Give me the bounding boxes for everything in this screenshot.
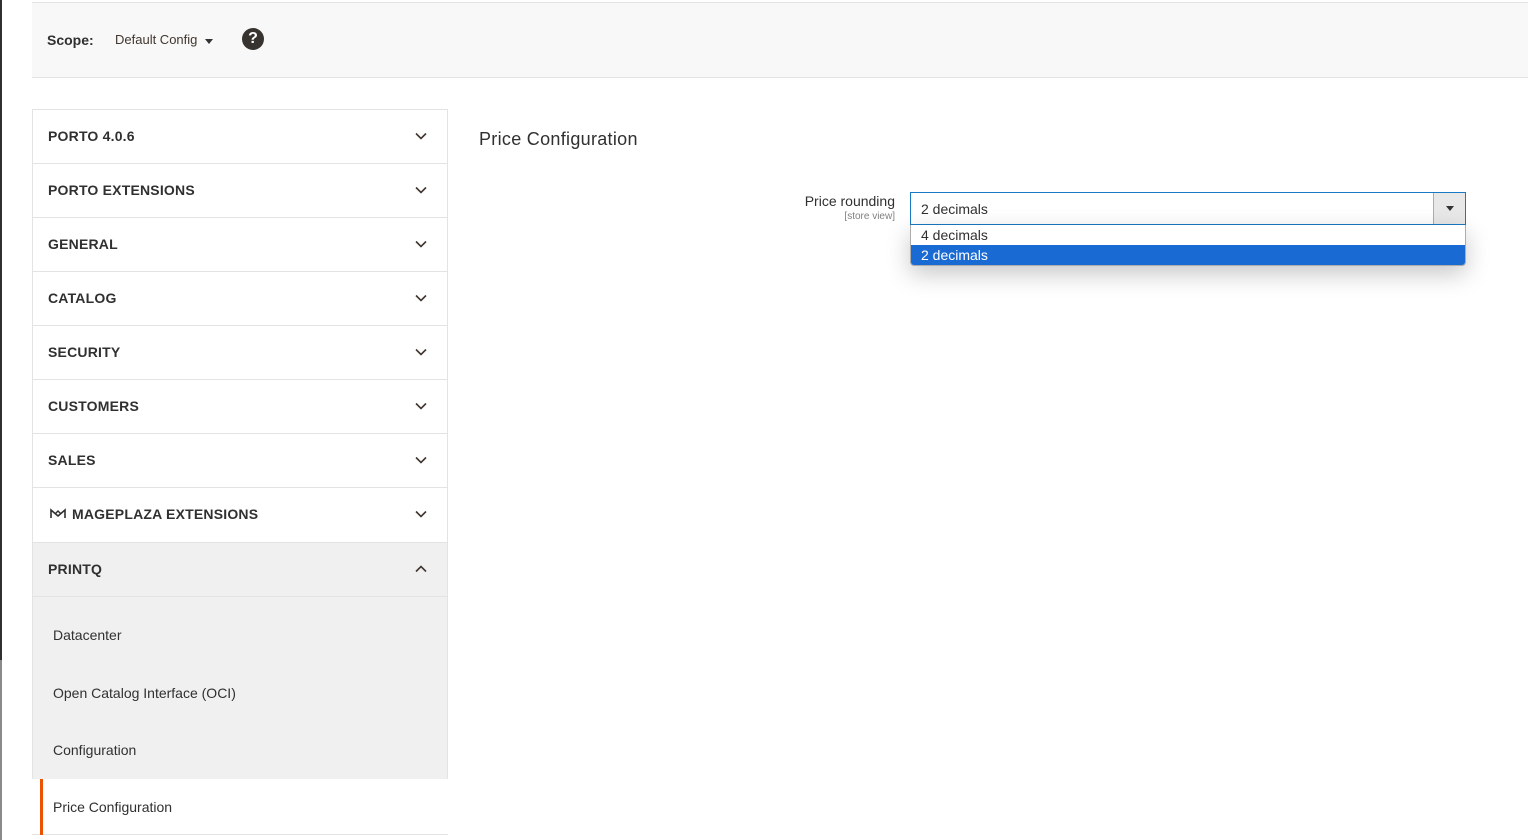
caret-down-icon[interactable] bbox=[205, 39, 213, 44]
chevron-down-icon bbox=[415, 348, 427, 356]
section-title: GENERAL bbox=[48, 236, 118, 252]
section-title: PRINTQ bbox=[48, 561, 103, 577]
section-security[interactable]: SECURITY bbox=[33, 326, 447, 380]
section-catalog[interactable]: CATALOG bbox=[33, 272, 447, 326]
option-2-decimals[interactable]: 2 decimals bbox=[911, 245, 1465, 265]
price-rounding-select[interactable]: 2 decimals bbox=[910, 192, 1466, 225]
chevron-down-icon bbox=[415, 294, 427, 302]
select-toggle[interactable] bbox=[1433, 193, 1465, 224]
section-title: CUSTOMERS bbox=[48, 398, 139, 414]
chevron-down-icon bbox=[415, 456, 427, 464]
printq-submenu: Datacenter Open Catalog Interface (OCI) … bbox=[33, 597, 447, 780]
scope-label: Scope: bbox=[47, 32, 94, 48]
active-indicator bbox=[40, 779, 43, 835]
section-title: PORTO EXTENSIONS bbox=[48, 182, 195, 198]
sidebar-item-datacenter[interactable]: Datacenter bbox=[53, 627, 121, 643]
field-scope-label: [store view] bbox=[844, 211, 895, 222]
chevron-down-icon bbox=[415, 132, 427, 140]
scope-switcher[interactable]: Default Config bbox=[115, 32, 197, 47]
sidebar-item-price-configuration[interactable]: Price Configuration bbox=[32, 779, 448, 835]
section-general[interactable]: GENERAL bbox=[33, 218, 447, 272]
option-4-decimals[interactable]: 4 decimals bbox=[911, 225, 1465, 245]
help-icon[interactable]: ? bbox=[242, 28, 264, 50]
section-title: CATALOG bbox=[48, 290, 117, 306]
section-title: PORTO 4.0.6 bbox=[48, 128, 135, 144]
price-rounding-options: 4 decimals 2 decimals bbox=[910, 225, 1466, 266]
section-title: SECURITY bbox=[48, 344, 121, 360]
section-mageplaza-extensions[interactable]: MAGEPLAZA EXTENSIONS bbox=[33, 488, 447, 543]
chevron-down-icon bbox=[415, 186, 427, 194]
section-sales[interactable]: SALES bbox=[33, 434, 447, 488]
section-customers[interactable]: CUSTOMERS bbox=[33, 380, 447, 434]
caret-down-icon bbox=[1446, 206, 1454, 211]
sidebar-item-label: Price Configuration bbox=[53, 799, 173, 815]
section-porto-extensions[interactable]: PORTO EXTENSIONS bbox=[33, 164, 447, 218]
section-title: MAGEPLAZA EXTENSIONS bbox=[72, 506, 259, 522]
select-value: 2 decimals bbox=[921, 201, 988, 217]
chevron-down-icon bbox=[415, 402, 427, 410]
sidebar-item-configuration[interactable]: Configuration bbox=[53, 742, 136, 758]
section-porto[interactable]: PORTO 4.0.6 bbox=[33, 110, 447, 164]
mageplaza-icon bbox=[50, 508, 66, 518]
scope-bar: Scope: Default Config ? bbox=[32, 2, 1528, 78]
config-sidebar: PORTO 4.0.6 PORTO EXTENSIONS GENERAL CAT… bbox=[32, 109, 448, 780]
price-rounding-label: Price rounding bbox=[804, 193, 895, 209]
page-title: Price Configuration bbox=[479, 129, 638, 149]
chevron-down-icon bbox=[415, 240, 427, 248]
sidebar-item-oci[interactable]: Open Catalog Interface (OCI) bbox=[53, 685, 236, 701]
section-printq[interactable]: PRINTQ bbox=[33, 543, 447, 597]
window-left-edge-lower bbox=[0, 660, 2, 840]
chevron-up-icon bbox=[415, 565, 427, 573]
section-title: SALES bbox=[48, 452, 96, 468]
chevron-down-icon bbox=[415, 510, 427, 518]
